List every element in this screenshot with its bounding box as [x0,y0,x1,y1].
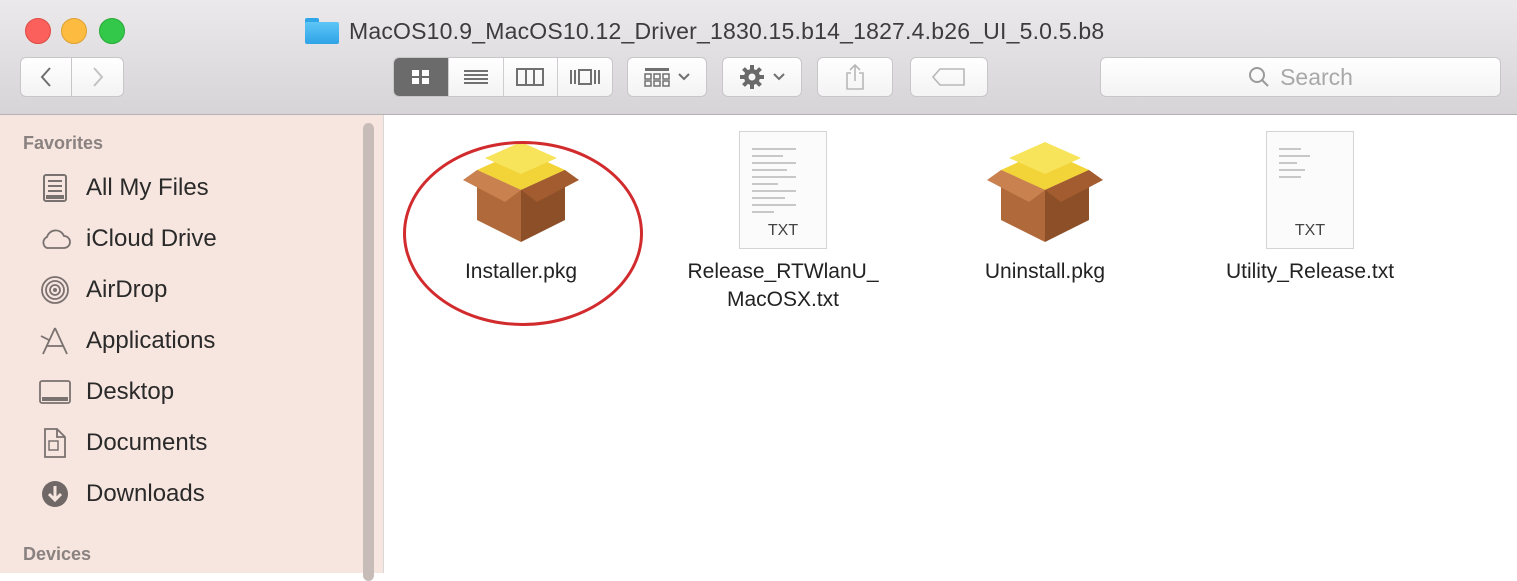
gear-icon [740,65,764,89]
airdrop-icon [38,273,72,307]
search-field[interactable]: Search [1100,57,1501,97]
file-item-release-rtwlanu[interactable]: TXT Release_RTWlanU_ MacOSX.txt [663,130,903,314]
search-icon [1249,67,1269,87]
sidebar-scrollbar[interactable] [363,123,374,581]
chevron-right-icon [92,67,103,87]
arrange-button[interactable] [627,57,707,97]
search-placeholder: Search [1280,63,1353,90]
file-name-line-2: MacOSX.txt [726,288,840,311]
column-view-icon [516,68,545,86]
sidebar-item-label: Applications [86,327,216,354]
back-button[interactable] [20,57,72,97]
highlight-circle [403,141,643,326]
sidebar-item-desktop[interactable]: Desktop [38,372,174,412]
tag-icon [932,68,965,86]
all-my-files-icon [38,171,72,205]
window-title-area: MacOS10.9_MacOS10.12_Driver_1830.15.b14_… [305,14,1104,48]
file-badge: TXT [767,222,799,239]
icon-view-button[interactable] [394,58,449,96]
txt-file-icon: TXT [1190,130,1430,250]
list-view-icon [463,70,488,84]
minimize-window-button[interactable] [61,18,87,44]
action-button[interactable] [722,57,802,97]
cover-flow-view-button[interactable] [558,58,612,96]
sidebar-item-documents[interactable]: Documents [38,423,207,463]
sidebar-item-label: Documents [86,429,208,456]
desktop-icon [38,375,72,409]
sidebar-item-label: Desktop [86,378,175,405]
edit-tags-button[interactable] [910,57,988,97]
sidebar-item-downloads[interactable]: Downloads [38,474,205,514]
sidebar-item-applications[interactable]: Applications [38,321,215,361]
column-view-button[interactable] [504,58,559,96]
sidebar-item-airdrop[interactable]: AirDrop [38,270,167,310]
arrange-icon [644,68,670,87]
window-toolbar: MacOS10.9_MacOS10.12_Driver_1830.15.b14_… [0,0,1517,115]
sidebar-item-label: All My Files [86,174,209,201]
package-icon [925,130,1165,250]
downloads-icon [38,477,72,511]
documents-icon [38,426,72,460]
file-name-line-1: Release_RTWlanU_ [687,260,879,283]
sidebar: Favorites All My Files iCloud Drive AirD… [0,115,384,581]
applications-icon [38,324,72,358]
file-item-uninstall[interactable]: Uninstall.pkg [925,130,1165,286]
sidebar-item-label: Downloads [86,480,205,507]
close-window-button[interactable] [25,18,51,44]
txt-file-icon: TXT [663,130,903,250]
cover-flow-icon [570,69,601,85]
chevron-down-icon [678,73,690,81]
folder-icon [305,18,339,44]
sidebar-item-icloud-drive[interactable]: iCloud Drive [38,219,217,259]
forward-button[interactable] [71,57,124,97]
file-name: Release_RTWlanU_ MacOSX.txt [663,258,903,314]
sidebar-item-label: AirDrop [86,276,168,303]
file-item-utility-release[interactable]: TXT Utility_Release.txt [1190,130,1430,286]
file-badge: TXT [1294,222,1326,239]
favorites-section-title: Favorites [23,133,104,153]
view-mode-segmented-control [393,57,613,97]
devices-section-title: Devices [23,544,92,564]
share-icon [846,63,864,90]
list-view-button[interactable] [449,58,504,96]
file-name: Uninstall.pkg [984,260,1106,283]
zoom-window-button[interactable] [99,18,125,44]
sidebar-item-all-my-files[interactable]: All My Files [38,168,209,208]
sidebar-item-label: iCloud Drive [86,225,217,252]
icon-view-icon [411,70,429,84]
file-name: Utility_Release.txt [1225,260,1395,283]
window-title: MacOS10.9_MacOS10.12_Driver_1830.15.b14_… [349,17,1105,44]
chevron-down-icon [773,73,785,81]
cloud-icon [38,222,72,256]
share-button[interactable] [817,57,893,97]
chevron-left-icon [40,67,51,87]
